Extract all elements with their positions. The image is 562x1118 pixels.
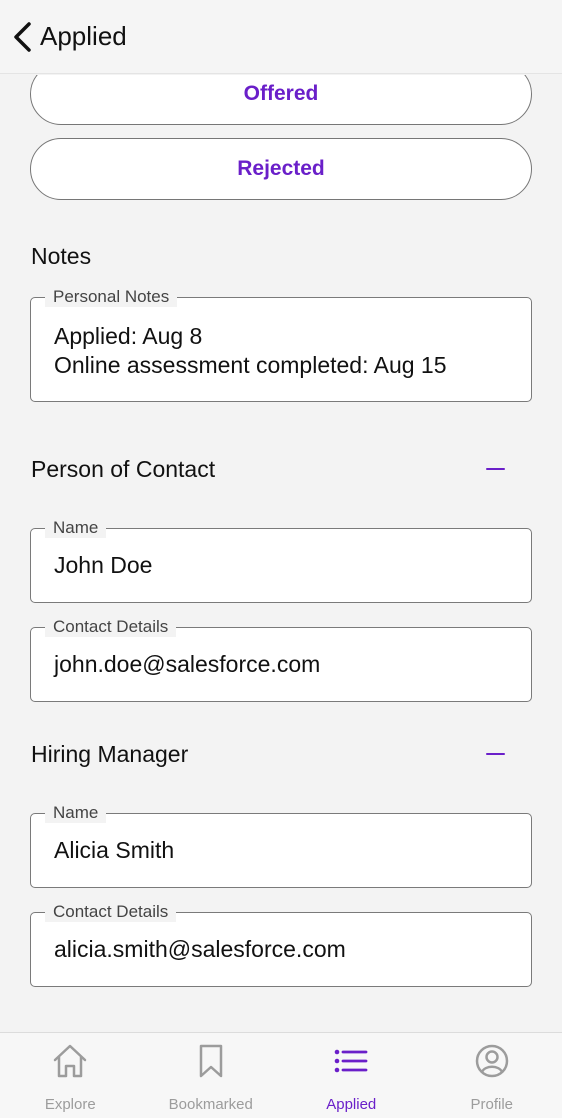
hiring-manager-name-value: Alicia Smith	[54, 837, 175, 863]
tab-bookmarked[interactable]: Bookmarked	[141, 1033, 282, 1118]
bookmark-icon	[199, 1044, 222, 1078]
tab-profile[interactable]: Profile	[422, 1033, 562, 1118]
tab-explore[interactable]: Explore	[0, 1033, 141, 1118]
tab-applied[interactable]: Applied	[281, 1033, 422, 1118]
contact-name-value: John Doe	[54, 552, 153, 578]
rejected-button[interactable]: Rejected	[30, 138, 532, 200]
person-circle-icon	[475, 1044, 508, 1078]
hiring-manager-name-label: Name	[45, 803, 107, 823]
back-button[interactable]: Applied	[0, 0, 127, 74]
contact-name-field[interactable]: Name John Doe	[30, 518, 532, 603]
house-icon	[54, 1044, 87, 1078]
personal-notes-field[interactable]: Personal Notes Applied: Aug 8 Online ass…	[30, 287, 532, 402]
personal-notes-label: Personal Notes	[45, 287, 178, 307]
hiring-manager-details-field[interactable]: Contact Details alicia.smith@salesforce.…	[30, 902, 532, 987]
contact-details-value: john.doe@salesforce.com	[54, 651, 321, 677]
contact-section-title: Person of Contact	[31, 456, 216, 482]
bottom-tab-bar: Explore Bookmarked Applied Profile	[0, 1032, 562, 1118]
tab-bookmarked-label: Bookmarked	[168, 1096, 253, 1113]
collapse-contact-icon[interactable]	[478, 454, 512, 484]
hiring-manager-details-label: Contact Details	[45, 902, 177, 922]
hiring-manager-details-value: alicia.smith@salesforce.com	[54, 936, 346, 962]
offered-button[interactable]: Offered	[30, 75, 532, 125]
tab-applied-label: Applied	[326, 1096, 377, 1113]
notes-line: Applied: Aug 8	[54, 323, 203, 349]
page-title: Applied	[40, 21, 127, 51]
contact-details-label: Contact Details	[45, 617, 177, 637]
notes-section-title: Notes	[31, 243, 92, 269]
hiring-manager-section-title: Hiring Manager	[31, 741, 189, 767]
collapse-hiring-manager-icon[interactable]	[478, 739, 512, 769]
header-bar: Applied	[0, 0, 562, 74]
chevron-left-icon	[14, 21, 31, 52]
tab-explore-label: Explore	[44, 1096, 96, 1113]
list-icon	[334, 1049, 368, 1073]
notes-line: Online assessment completed: Aug 15	[54, 352, 447, 378]
hiring-manager-name-field[interactable]: Name Alicia Smith	[30, 803, 532, 888]
contact-details-field[interactable]: Contact Details john.doe@salesforce.com	[30, 617, 532, 702]
tab-profile-label: Profile	[470, 1096, 514, 1113]
main-content[interactable]: Offered Rejected Notes Personal Notes Ap…	[0, 75, 562, 1032]
contact-name-label: Name	[45, 518, 107, 538]
